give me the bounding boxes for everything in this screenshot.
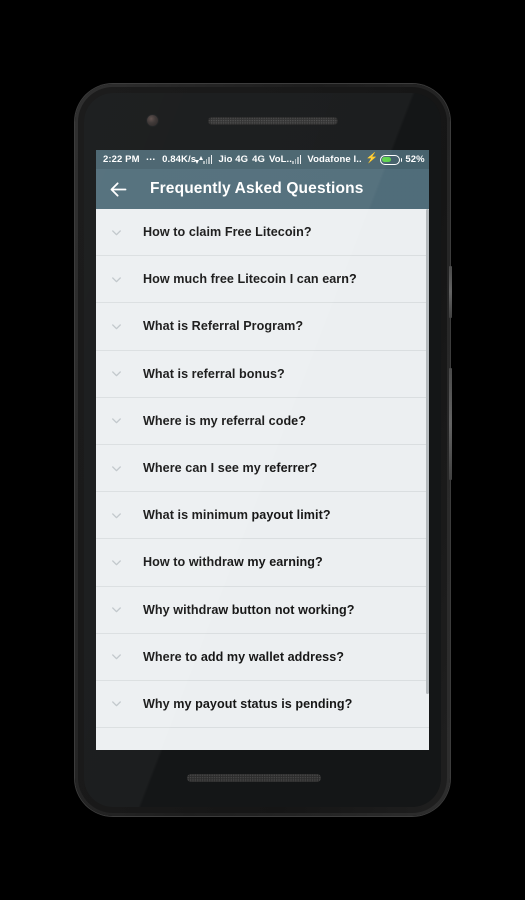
faq-list-item[interactable]: What is minimum payout limit? — [96, 492, 429, 540]
faq-question-text: How to withdraw my earning? — [143, 555, 323, 570]
faq-list-item[interactable]: How much free Litecoin I can earn? — [96, 256, 429, 304]
earpiece-speaker — [208, 117, 338, 125]
status-bar-data-speed: 0.84K/s — [162, 154, 197, 165]
faq-list-item[interactable]: How to withdraw my earning? — [96, 539, 429, 587]
status-bar-time: 2:22 PM — [103, 154, 140, 165]
phone-glass-face: 2:22 PM … 0.84K/s Jio 4G 4G VoL.. Vodafo… — [84, 93, 441, 807]
status-bar-carrier-2: Vodafone I.. — [307, 154, 362, 165]
status-bar-volte-label: VoL.. — [268, 154, 293, 165]
faq-question-text: What is Referral Program? — [143, 319, 304, 334]
faq-question-text: What is referral bonus? — [143, 366, 285, 381]
phone-device-frame: 2:22 PM … 0.84K/s Jio 4G 4G VoL.. Vodafo… — [75, 84, 452, 816]
status-bar-overflow-dots: … — [145, 151, 157, 163]
status-bar-carrier-1: Jio 4G — [218, 154, 249, 165]
faq-list-item[interactable]: How to claim Free Litecoin? — [96, 209, 429, 257]
chevron-down-icon[interactable] — [108, 695, 125, 712]
faq-list[interactable]: How to claim Free Litecoin? How much fre… — [96, 209, 429, 750]
signal-bars-icon-sim1 — [203, 155, 213, 164]
chevron-down-icon[interactable] — [108, 554, 125, 571]
back-arrow-icon[interactable] — [107, 178, 130, 201]
faq-question-text: How to claim Free Litecoin? — [143, 225, 312, 240]
chevron-down-icon[interactable] — [108, 318, 125, 335]
status-bar-network-type: 4G — [252, 154, 265, 165]
chevron-down-icon[interactable] — [108, 648, 125, 665]
faq-question-text: Why my payout status is pending? — [143, 696, 353, 711]
faq-list-item[interactable]: What is Referral Program? — [96, 303, 429, 351]
faq-list-item[interactable]: Where is my referral code? — [96, 397, 429, 445]
screenshot-canvas: 2:22 PM … 0.84K/s Jio 4G 4G VoL.. Vodafo… — [0, 0, 525, 900]
faq-question-text: Why withdraw button not working? — [143, 602, 355, 617]
chevron-down-icon[interactable] — [108, 460, 125, 477]
battery-icon — [380, 154, 403, 165]
status-bar-battery-percent: 52% — [405, 154, 425, 165]
chevron-down-icon[interactable] — [108, 224, 125, 241]
app-bar: Frequently Asked Questions — [96, 169, 429, 209]
faq-list-item[interactable]: Where can I see my referrer? — [96, 444, 429, 493]
phone-screen: 2:22 PM … 0.84K/s Jio 4G 4G VoL.. Vodafo… — [96, 150, 429, 750]
faq-question-text: Where to add my wallet address? — [143, 649, 345, 664]
chevron-down-icon[interactable] — [108, 365, 125, 382]
chevron-down-icon[interactable] — [108, 507, 125, 524]
faq-question-text: What is minimum payout limit? — [143, 508, 331, 523]
power-button[interactable] — [449, 266, 452, 318]
faq-list-item[interactable]: What is referral bonus? — [96, 350, 429, 398]
faq-list-item[interactable]: Why withdraw button not working? — [96, 586, 429, 634]
faq-list-item[interactable]: Where to add my wallet address? — [96, 633, 429, 681]
chevron-down-icon[interactable] — [108, 271, 125, 288]
status-bar: 2:22 PM … 0.84K/s Jio 4G 4G VoL.. Vodafo… — [96, 150, 429, 169]
chevron-down-icon[interactable] — [108, 601, 125, 618]
front-camera-icon — [147, 115, 158, 126]
volume-rocker-button[interactable] — [449, 368, 452, 480]
faq-question-text: How much free Litecoin I can earn? — [143, 272, 357, 287]
faq-question-text: Where is my referral code? — [143, 413, 306, 428]
faq-list-item[interactable]: Why my payout status is pending? — [96, 680, 429, 729]
scrollbar-thumb[interactable] — [426, 209, 429, 694]
chevron-down-icon[interactable] — [108, 412, 125, 429]
faq-question-text: Where can I see my referrer? — [143, 461, 318, 476]
bottom-speaker — [187, 774, 321, 782]
page-title: Frequently Asked Questions — [150, 180, 364, 197]
signal-bars-icon-sim2 — [292, 155, 302, 164]
charging-bolt-icon: ⚡ — [365, 153, 379, 164]
list-scrollbar[interactable] — [426, 209, 429, 750]
